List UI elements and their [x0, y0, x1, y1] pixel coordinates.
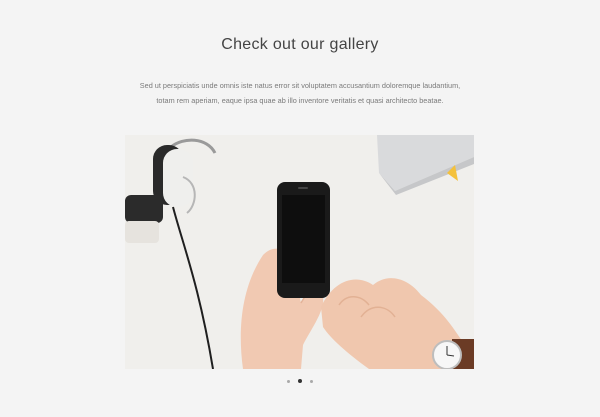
gallery-description-line-1: Sed ut perspiciatis unde omnis iste natu…	[139, 81, 461, 90]
phone-shape	[277, 182, 330, 298]
slide-dot-1[interactable]	[287, 379, 290, 383]
slide-dot-2[interactable]	[298, 379, 302, 383]
gallery-description: Sed ut perspiciatis unde omnis iste natu…	[120, 78, 480, 108]
gallery-photo	[125, 135, 474, 369]
wristwatch-shape	[432, 339, 474, 369]
gallery-description-line-2: totam rem aperiam, eaque ipsa quae ab il…	[156, 96, 444, 105]
gallery-section: Check out our gallery Sed ut perspiciati…	[0, 0, 600, 417]
slide-dot-3[interactable]	[310, 379, 313, 383]
gallery-title: Check out our gallery	[221, 36, 379, 53]
slider-pagination	[287, 378, 313, 384]
gallery-slider[interactable]	[125, 135, 474, 369]
